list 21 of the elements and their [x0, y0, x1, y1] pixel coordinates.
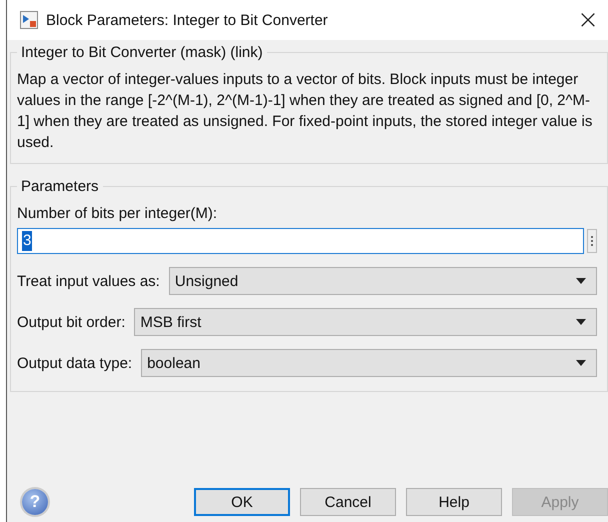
close-button[interactable]: ×	[568, 5, 608, 35]
app-icon	[20, 11, 38, 29]
dialog-button[interactable]: Cancel	[300, 488, 396, 516]
field-label: Output bit order:	[17, 314, 126, 330]
field-label: Output data type:	[17, 354, 132, 372]
more-options-icon[interactable]	[587, 229, 597, 253]
field-label: Treat input values as:	[17, 272, 160, 290]
caret-icon	[576, 319, 586, 325]
dialog-button[interactable]: OK	[194, 488, 290, 516]
caret-icon	[576, 278, 586, 284]
input-field[interactable]: 3	[17, 228, 584, 254]
group-title: Parameters	[20, 178, 100, 195]
dialog-button[interactable]: Help	[406, 488, 502, 516]
dropdown[interactable]: boolean	[141, 349, 597, 377]
caret-icon	[576, 360, 586, 366]
group-title: Integer to Bit Converter (mask) (link)	[20, 44, 264, 61]
dropdown[interactable]: MSB first	[134, 308, 597, 336]
dropdown[interactable]: Unsigned	[168, 267, 597, 295]
field-label: Number of bits per integer(M):	[17, 205, 218, 222]
window-title: Block Parameters: Integer to Bit Converter	[46, 12, 329, 28]
description-text: Map a vector of integer-values inputs to a vector of bits. Block inputs must be integer values in the range [-2^(M-1), 2^(M-1)-1] when they are treated as signed and [0, 2^M-1] when they are treated as unsigned. For fixed-point inputs, the stored integer value is used.	[17, 70, 594, 153]
